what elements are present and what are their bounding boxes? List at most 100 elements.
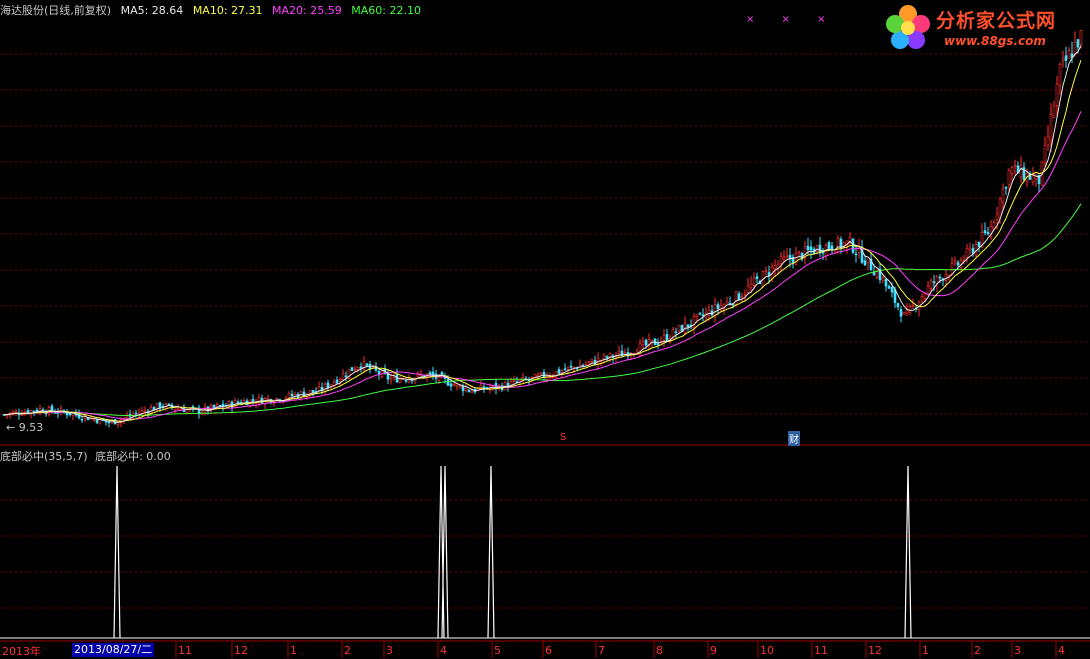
candle-body [686, 324, 690, 328]
candle-body [749, 283, 753, 288]
candle-body [977, 241, 981, 247]
candle-body [992, 222, 996, 230]
indicator-spike [441, 465, 449, 639]
logo-title: 分析家公式网 [936, 10, 1057, 32]
candle-body [311, 389, 315, 393]
candle-body [896, 303, 900, 308]
candle-body [584, 363, 588, 366]
candle-body [176, 408, 180, 410]
candle-body [905, 309, 909, 314]
year-label: 2013年 [2, 645, 41, 658]
candle-body [32, 410, 36, 413]
ma20-line [3, 111, 1082, 420]
top-cross-markers: × × × [746, 14, 838, 25]
candle-body [1064, 55, 1068, 61]
candle-body [938, 276, 942, 279]
candle-body [890, 287, 894, 293]
candle-body [92, 418, 96, 421]
candle-body [338, 378, 342, 382]
candle-body [464, 388, 468, 391]
candle-body [881, 277, 885, 282]
candle-body [932, 281, 936, 284]
candle-body [446, 379, 450, 386]
candle-body [389, 377, 393, 381]
candle-body [449, 383, 453, 387]
candle-body [692, 316, 696, 328]
candle-body [566, 366, 570, 370]
candle-body [674, 331, 678, 334]
candle-body [677, 325, 681, 332]
candle-body [794, 252, 798, 266]
month-label: 2 [974, 644, 981, 657]
candle-body [512, 379, 516, 382]
candle-body [986, 232, 990, 235]
candle-body [1031, 175, 1035, 182]
candle-body [998, 198, 1002, 218]
candle-body [863, 260, 867, 266]
candle-body [1046, 136, 1050, 146]
candle-body [716, 304, 720, 309]
candle-body [698, 312, 702, 315]
candle-body [743, 294, 747, 296]
month-label: 1 [290, 644, 297, 657]
finance-marker[interactable]: 财 [788, 431, 800, 446]
candle-body [569, 365, 573, 368]
ma10-label: MA10: 27.31 [192, 4, 263, 17]
candle-body [740, 296, 744, 299]
candle-body [461, 385, 465, 392]
month-label: 12 [234, 644, 248, 657]
x-axis: 11 12 1 2 3 4 5 6 7 8 9 10 11 12 1 2 3 4 [175, 641, 1065, 658]
candle-body [1010, 167, 1014, 174]
month-label: 11 [814, 644, 828, 657]
candle-body [590, 358, 594, 362]
candle-body [950, 263, 954, 275]
candle-body [797, 251, 801, 253]
month-label: 3 [386, 644, 393, 657]
candle-body [983, 230, 987, 234]
month-label: 11 [178, 644, 192, 657]
candle-body [365, 363, 369, 366]
candle-body [353, 369, 357, 371]
candle-body [335, 379, 339, 384]
candle-body [875, 271, 879, 278]
candle-body [899, 309, 903, 317]
candle-body [764, 270, 768, 272]
grid-lines [0, 53, 1090, 609]
candle-body [173, 408, 177, 411]
stock-chart[interactable]: 11 12 1 2 3 4 5 6 7 8 9 10 11 12 1 2 3 4 [0, 0, 1090, 658]
candle-body [806, 245, 810, 251]
candle-body [836, 238, 840, 252]
candle-body [452, 384, 456, 387]
candle-body [125, 415, 129, 419]
indicator-spike [904, 465, 912, 639]
candle-body [530, 376, 534, 379]
selected-date[interactable]: 2013/08/27/二 [72, 643, 155, 657]
candle-body [773, 265, 777, 270]
candle-body [1058, 63, 1062, 86]
candle-body [326, 382, 330, 389]
candle-body [782, 256, 786, 260]
chart-header: 海达股份(日线,前复权) MA5: 28.64 MA10: 27.31 MA20… [0, 2, 427, 17]
candle-body [968, 247, 972, 251]
candle-body [809, 246, 813, 251]
stock-title: 海达股份(日线,前复权) [0, 4, 112, 17]
candle-body [725, 300, 729, 304]
candle-body [734, 291, 738, 306]
candle-body [158, 402, 162, 409]
candle-body [1019, 165, 1023, 178]
candle-body [827, 242, 831, 249]
candle-body [1052, 105, 1056, 118]
month-label: 7 [598, 644, 605, 657]
candle-body [752, 277, 756, 286]
candle-body [779, 255, 783, 264]
candle-body [737, 293, 741, 301]
price-low-label: ← 9.53 [6, 421, 44, 434]
candle-body [1004, 186, 1008, 189]
candle-body [428, 372, 432, 374]
candle-body [470, 390, 474, 393]
candle-body [602, 354, 606, 359]
month-label: 5 [494, 644, 501, 657]
candle-body [410, 379, 414, 382]
candle-body [623, 352, 627, 355]
candle-body [215, 404, 219, 408]
